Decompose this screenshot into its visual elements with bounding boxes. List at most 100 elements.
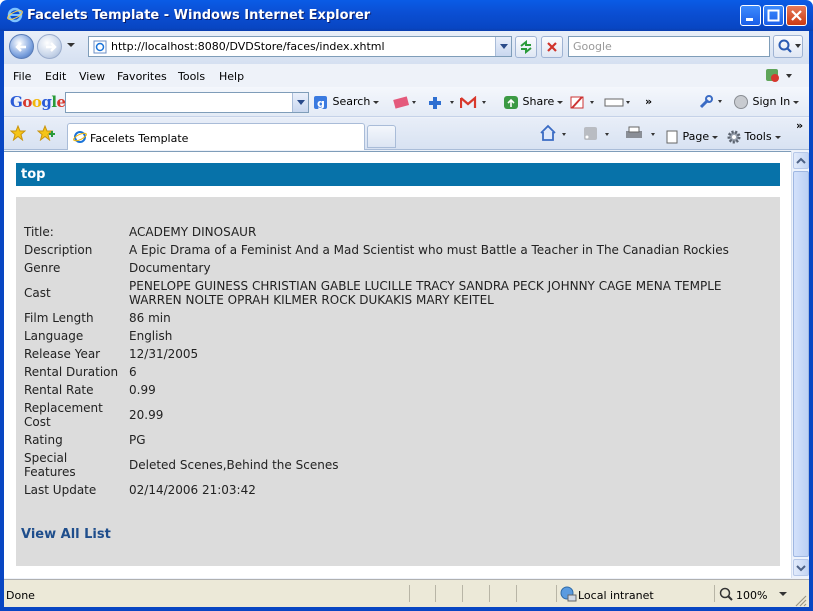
field-value: 6	[129, 365, 137, 379]
tab-row: Facelets Template Page Tools »	[4, 118, 809, 150]
search-input[interactable]: Google	[568, 36, 770, 57]
field-value: Deleted Scenes,Behind the Scenes	[129, 458, 339, 472]
back-button[interactable]	[9, 34, 34, 59]
field-value: PENELOPE GUINESS CHRISTIAN GABLE LUCILLE…	[129, 279, 722, 307]
ie-page-icon	[93, 40, 107, 54]
page-icon	[666, 130, 678, 144]
history-dropdown[interactable]	[67, 43, 75, 47]
toolbar-plus-button[interactable]	[428, 95, 458, 109]
vertical-scrollbar[interactable]	[791, 151, 809, 578]
favorites-star-icon[interactable]	[10, 125, 26, 141]
top-banner: top	[16, 163, 780, 186]
feeds-button[interactable]	[582, 124, 612, 145]
field-label: Replacement Cost	[24, 401, 103, 429]
zoom-magnifier-icon	[719, 587, 733, 601]
google-search-button[interactable]: g Search	[314, 95, 380, 110]
chevron-up-icon	[796, 157, 806, 164]
field-value: A Epic Drama of a Feminist And a Mad Sci…	[129, 243, 729, 257]
chevron-down-icon	[796, 565, 806, 572]
toolbar-options-icon[interactable]	[764, 67, 794, 85]
gmail-icon	[459, 95, 486, 108]
back-arrow-icon	[15, 42, 26, 52]
title-bar[interactable]: Facelets Template - Windows Internet Exp…	[0, 0, 813, 31]
close-window-button[interactable]	[786, 5, 807, 26]
more-commands-chevron-icon[interactable]: »	[796, 119, 803, 132]
ie-page-icon	[73, 131, 87, 143]
field-value: 86 min	[129, 311, 171, 325]
menu-tools[interactable]: Tools	[178, 70, 205, 83]
address-field[interactable]: http://localhost:8080/DVDStore/faces/ind…	[88, 36, 512, 57]
field-value: 12/31/2005	[129, 347, 199, 361]
zoom-level[interactable]: 100%	[736, 589, 767, 602]
resize-grip-icon[interactable]	[794, 594, 807, 607]
search-go-button[interactable]	[773, 35, 803, 58]
menu-bar: File Edit View Favorites Tools Help	[4, 64, 809, 87]
field-label: Film Length	[24, 311, 94, 325]
google-search-input[interactable]	[65, 92, 309, 113]
navigation-bar: http://localhost:8080/DVDStore/faces/ind…	[4, 31, 809, 64]
textbox-icon	[604, 98, 630, 106]
field-label: Language	[24, 329, 84, 343]
more-chevron-icon[interactable]: »	[645, 95, 652, 108]
toolbar-tools-button[interactable]	[382, 95, 416, 109]
field-value: 20.99	[129, 408, 164, 422]
minimize-icon	[746, 18, 753, 21]
printer-icon	[626, 126, 655, 138]
sign-in-button[interactable]: Sign In	[734, 95, 800, 109]
tab-facelets-template[interactable]: Facelets Template	[67, 123, 365, 150]
maximize-button[interactable]	[763, 5, 784, 26]
user-circle-icon	[734, 95, 748, 109]
stop-button[interactable]	[541, 36, 563, 58]
svg-text:g: g	[317, 97, 325, 109]
google-search-dropdown[interactable]	[292, 93, 308, 112]
scroll-thumb[interactable]	[793, 171, 809, 557]
address-dropdown[interactable]	[495, 37, 511, 56]
print-button[interactable]	[624, 124, 658, 145]
field-label: Rating	[24, 433, 63, 447]
minimize-button[interactable]	[740, 5, 761, 26]
field-value: PG	[129, 433, 146, 447]
refresh-button[interactable]	[515, 36, 537, 58]
window-client-area: http://localhost:8080/DVDStore/faces/ind…	[4, 31, 809, 607]
google-toolbar: Google g Search Share » Sign In	[4, 87, 809, 117]
highlight-button[interactable]	[604, 95, 634, 109]
share-button[interactable]: Share	[504, 95, 564, 109]
scroll-down-button[interactable]	[793, 559, 809, 576]
menu-view[interactable]: View	[79, 70, 105, 83]
menu-edit[interactable]: Edit	[45, 70, 66, 83]
home-icon	[540, 124, 566, 141]
rss-icon	[584, 127, 609, 140]
new-tab-button[interactable]	[367, 125, 396, 148]
page-menu-button[interactable]: Page	[665, 130, 719, 144]
field-value: 02/14/2006 21:03:42	[129, 483, 256, 497]
field-value: English	[129, 329, 173, 343]
field-label: Cast	[24, 286, 51, 300]
ie-logo-icon	[7, 7, 23, 23]
page-menu-label: Page	[682, 130, 710, 143]
settings-button[interactable]	[698, 95, 728, 109]
google-logo[interactable]: Google	[10, 93, 66, 111]
add-favorite-icon[interactable]	[37, 125, 55, 141]
menu-file[interactable]: File	[13, 70, 31, 83]
tools-menu-label: Tools	[744, 130, 772, 143]
plus-icon	[429, 96, 454, 109]
tools-menu-button[interactable]: Tools	[727, 130, 781, 144]
film-detail-panel: Title: ACADEMY DINOSAUR Description A Ep…	[16, 197, 780, 566]
field-value: Documentary	[129, 261, 211, 275]
wrench-icon	[699, 95, 722, 109]
page-viewport: top Title: ACADEMY DINOSAUR Description …	[4, 151, 791, 578]
window-title: Facelets Template - Windows Internet Exp…	[27, 8, 371, 23]
sign-in-label: Sign In	[752, 95, 791, 108]
close-icon	[791, 10, 802, 21]
view-all-list-link[interactable]: View All List	[21, 527, 111, 542]
field-label: Release Year	[24, 347, 101, 361]
zoom-dropdown-icon[interactable]	[778, 591, 788, 599]
scroll-up-button[interactable]	[793, 152, 809, 169]
blocker-button[interactable]	[570, 95, 598, 109]
home-button[interactable]	[539, 124, 569, 145]
menu-favorites[interactable]: Favorites	[117, 70, 167, 83]
intranet-globe-icon	[560, 586, 577, 602]
menu-help[interactable]: Help	[219, 70, 244, 83]
gmail-button[interactable]	[459, 95, 490, 109]
forward-button[interactable]	[37, 34, 62, 59]
